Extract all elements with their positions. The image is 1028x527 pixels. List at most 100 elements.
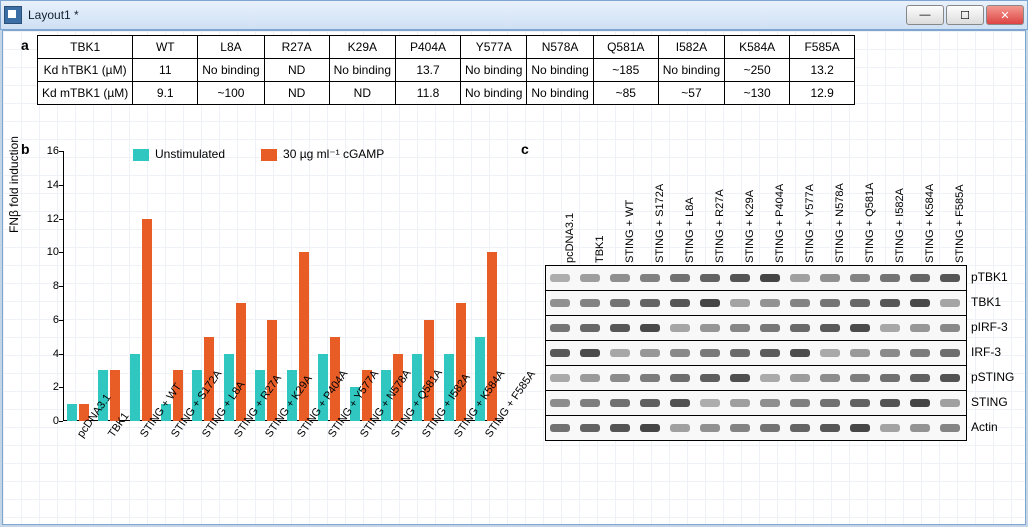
blot-band (550, 324, 570, 332)
y-tick-label: 0 (39, 415, 59, 427)
blot-row-label: TBK1 (971, 295, 1026, 309)
blot-band (910, 374, 930, 382)
panel-b-label: b (21, 141, 30, 157)
lane-label: STING + S172A (654, 184, 666, 263)
blot-band (880, 299, 900, 307)
lane-label: pcDNA3.1 (564, 213, 576, 263)
bar-unstim (130, 354, 140, 422)
blot-band (850, 374, 870, 382)
blot-band (610, 349, 630, 357)
close-button[interactable]: ✕ (986, 5, 1024, 25)
blot-band (940, 324, 960, 332)
blot-row-label: pIRF-3 (971, 320, 1026, 334)
lane-label: STING + N578A (834, 183, 846, 263)
y-axis-label: FNβ fold induction (7, 136, 21, 233)
blot-band (670, 374, 690, 382)
cell: No binding (198, 59, 264, 82)
blot-band (730, 324, 750, 332)
blot-band (850, 324, 870, 332)
blot-grid (545, 265, 967, 441)
blot-band (580, 374, 600, 382)
blot-band (940, 349, 960, 357)
blot-band (610, 399, 630, 407)
cell: ~185 (593, 59, 658, 82)
minimize-button[interactable]: — (906, 5, 944, 25)
blot-row (546, 341, 966, 366)
lane-label: TBK1 (594, 235, 606, 263)
lane-label: STING + F585A (954, 184, 966, 263)
row-label: Kd mTBK1 (µM) (38, 82, 133, 105)
blot-band (880, 374, 900, 382)
th: WT (133, 36, 198, 59)
blot-band (670, 274, 690, 282)
blot-row (546, 366, 966, 391)
lane-labels: pcDNA3.1TBK1STING + WTSTING + S172ASTING… (545, 159, 965, 269)
th: Q581A (593, 36, 658, 59)
blot-band (880, 349, 900, 357)
worksheet-area[interactable]: a b c TBK1 WT L8A R27A K29A P404A Y577A … (2, 30, 1026, 525)
blot-band (670, 299, 690, 307)
row-label: Kd hTBK1 (µM) (38, 59, 133, 82)
blot-band (550, 399, 570, 407)
blot-band (820, 399, 840, 407)
maximize-button[interactable]: ☐ (946, 5, 984, 25)
cell: 11 (133, 59, 198, 82)
blot-band (790, 399, 810, 407)
blot-band (580, 299, 600, 307)
cell: No binding (329, 59, 395, 82)
cell: ND (329, 82, 395, 105)
blot-band (880, 399, 900, 407)
blot-band (610, 324, 630, 332)
blot-row-label: STING (971, 395, 1026, 409)
blot-band (820, 274, 840, 282)
bar-stim (456, 303, 466, 421)
y-tick-label: 2 (39, 381, 59, 393)
blot-row (546, 416, 966, 440)
blot-band (580, 399, 600, 407)
th: L8A (198, 36, 264, 59)
blot-band (850, 424, 870, 432)
blot-band (610, 299, 630, 307)
window-buttons: — ☐ ✕ (906, 5, 1024, 25)
blot-band (610, 424, 630, 432)
cell: ND (264, 82, 329, 105)
blot-band (850, 274, 870, 282)
cell: No binding (658, 59, 724, 82)
cell: ~85 (593, 82, 658, 105)
blot-band (670, 324, 690, 332)
blot-band (880, 424, 900, 432)
blot-band (940, 374, 960, 382)
blot-row (546, 291, 966, 316)
blot-band (850, 299, 870, 307)
kd-row-h: Kd hTBK1 (µM) 11 No binding ND No bindin… (38, 59, 855, 82)
titlebar[interactable]: Layout1 * — ☐ ✕ (0, 0, 1028, 30)
th: I582A (658, 36, 724, 59)
blot-band (700, 424, 720, 432)
blot-band (550, 349, 570, 357)
blot-band (640, 349, 660, 357)
blot-band (730, 299, 750, 307)
cell: 13.7 (396, 59, 461, 82)
cell: No binding (527, 59, 593, 82)
y-tick-mark (59, 421, 63, 422)
blot-band (700, 324, 720, 332)
blot-band (730, 374, 750, 382)
blot-band (580, 424, 600, 432)
cell: 9.1 (133, 82, 198, 105)
blot-band (940, 424, 960, 432)
cell: ND (264, 59, 329, 82)
panel-c-label: c (521, 141, 529, 157)
blot-row (546, 391, 966, 416)
blot-band (790, 324, 810, 332)
cell: ~130 (725, 82, 790, 105)
blot-band (880, 324, 900, 332)
blot-band (700, 299, 720, 307)
blot-row-label: pTBK1 (971, 270, 1026, 284)
blot-band (910, 324, 930, 332)
layout-window: Layout1 * — ☐ ✕ a b c TBK1 WT L8A R27A K… (0, 0, 1028, 527)
blot-band (760, 274, 780, 282)
blot-band (910, 274, 930, 282)
cell: 13.2 (790, 59, 855, 82)
app-icon (4, 6, 22, 24)
th: Y577A (461, 36, 527, 59)
